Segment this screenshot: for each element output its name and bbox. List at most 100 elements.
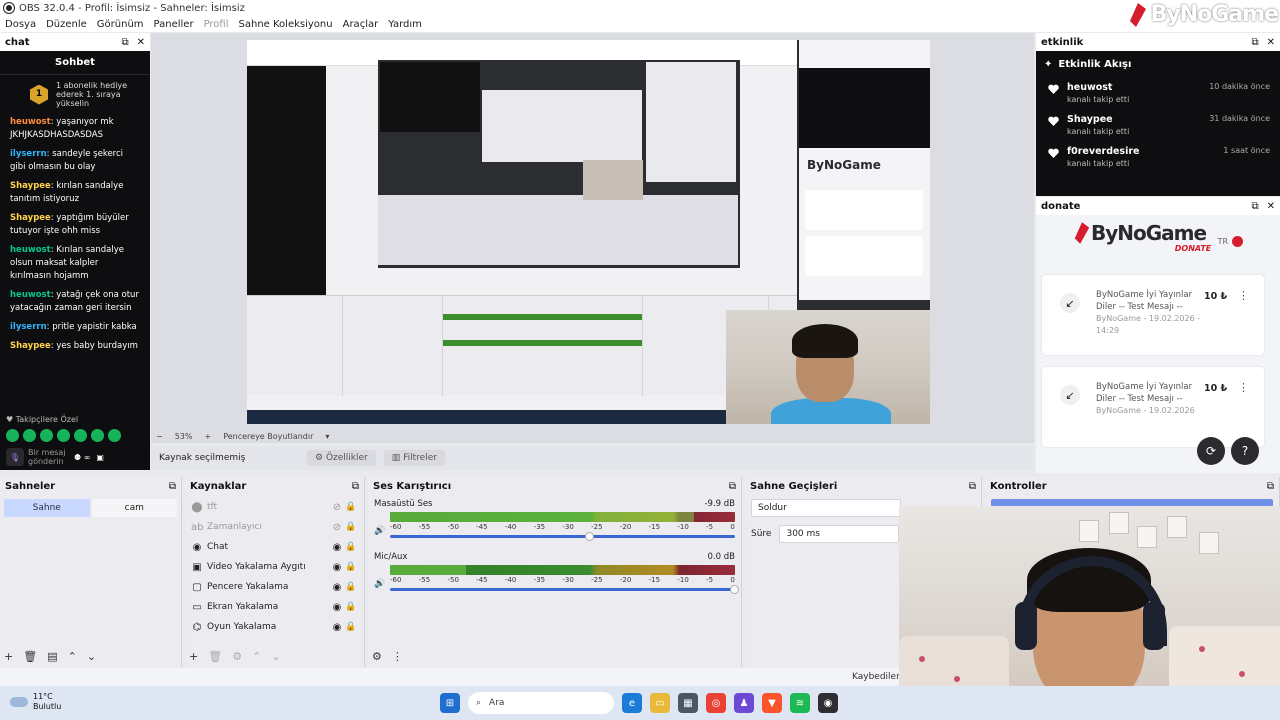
float-icon[interactable]: ⧉	[121, 37, 128, 48]
chat-username[interactable]: Shaypee	[10, 213, 51, 223]
lock-icon[interactable]: 🔒	[344, 502, 358, 512]
scene-filter-button[interactable]: ▤	[47, 650, 57, 663]
gift-icon[interactable]: ▣	[96, 453, 104, 462]
chat-username[interactable]: heuwost	[10, 117, 51, 127]
emote-icon[interactable]	[6, 429, 19, 442]
scene-down-button[interactable]: ⌄	[87, 650, 96, 663]
volume-fader[interactable]	[390, 585, 739, 594]
lock-icon[interactable]: 🔒	[344, 602, 358, 612]
brave-icon[interactable]: ▼	[762, 693, 782, 713]
event-item[interactable]: f0reverdesire kanalı takip etti 1 saat önc…	[1036, 140, 1280, 172]
eye-icon[interactable]: ◉	[330, 582, 344, 593]
chat-username[interactable]: Shaypee	[10, 181, 51, 191]
menu-item[interactable]: Sahne Koleksiyonu	[239, 19, 333, 30]
menu-item[interactable]: Düzenle	[46, 19, 87, 30]
close-icon[interactable]: ✕	[1267, 201, 1275, 212]
refresh-button[interactable]: ⟳	[1197, 437, 1225, 465]
chat-username[interactable]: heuwost	[10, 290, 51, 300]
mic-icon[interactable]: 🎙	[6, 448, 24, 466]
emote-icon[interactable]	[91, 429, 104, 442]
scene-item[interactable]: cam	[91, 499, 177, 517]
folder-icon[interactable]: ▭	[650, 693, 670, 713]
menu-item[interactable]: Görünüm	[97, 19, 144, 30]
source-item[interactable]: ▭ Ekran Yakalama ◉ 🔒	[185, 597, 364, 617]
source-item[interactable]: ▢ Pencere Yakalama ◉ 🔒	[185, 577, 364, 597]
float-icon[interactable]: ⧉	[729, 481, 736, 492]
taskbar-search[interactable]: ⌕ Ara	[468, 692, 614, 714]
spotify-icon[interactable]: ≋	[790, 693, 810, 713]
fader-knob[interactable]	[585, 532, 595, 541]
source-item[interactable]: ⌬ Oyun Yakalama ◉ 🔒	[185, 617, 364, 637]
language-select[interactable]: TR	[1218, 236, 1244, 247]
zoom-out-button[interactable]: −	[156, 432, 163, 441]
start-icon[interactable]: ⊞	[440, 693, 460, 713]
eye-icon[interactable]: ◉	[330, 542, 344, 553]
chat-username[interactable]: ilyserrn	[10, 149, 47, 159]
menu-item[interactable]: Araçlar	[343, 19, 379, 30]
speaker-icon[interactable]: 🔊	[374, 579, 385, 589]
sub-banner[interactable]: 1 1 abonelik hediye ederek 1. sıraya yük…	[0, 75, 150, 114]
chevron-down-icon[interactable]: ▾	[325, 432, 329, 441]
weather-widget[interactable]: 11°C Bulutlu	[10, 692, 61, 712]
chat-username[interactable]: heuwost	[10, 245, 51, 255]
chat-username[interactable]: ilyserrn	[10, 322, 47, 332]
source-item[interactable]: ab Zamanlayıcı ⊘ 🔒	[185, 517, 364, 537]
emote-icon[interactable]	[57, 429, 70, 442]
obs-taskbar-icon[interactable]: ◉	[818, 693, 838, 713]
eye-icon[interactable]: ◉	[330, 562, 344, 573]
store-icon[interactable]: ▦	[678, 693, 698, 713]
add-source-button[interactable]: +	[189, 650, 198, 663]
scene-item[interactable]: Sahne	[4, 499, 90, 517]
menu-item[interactable]: Yardım	[388, 19, 422, 30]
eye-icon[interactable]: ◉	[330, 602, 344, 613]
float-icon[interactable]: ⧉	[1267, 481, 1274, 492]
edge-icon[interactable]: e	[622, 693, 642, 713]
lock-icon[interactable]: 🔒	[344, 542, 358, 552]
filters-button[interactable]: ▥ Filtreler	[383, 450, 445, 466]
menu-item[interactable]: Dosya	[5, 19, 36, 30]
emote-icon[interactable]	[23, 429, 36, 442]
lock-icon[interactable]: 🔒	[344, 562, 358, 572]
source-down-button[interactable]: ⌄	[271, 650, 280, 663]
mixer-menu-button[interactable]: ⋮	[392, 650, 403, 663]
fader-knob[interactable]	[730, 585, 739, 594]
more-icon[interactable]: ⋮	[1238, 289, 1249, 302]
event-item[interactable]: heuwost kanalı takip etti 10 dakika önce	[1036, 76, 1280, 108]
eye-off-icon[interactable]: ⊘	[330, 522, 344, 533]
menu-item[interactable]: Profil	[204, 19, 229, 30]
float-icon[interactable]: ⧉	[352, 481, 359, 492]
mixer-settings-button[interactable]: ⚙	[372, 650, 382, 663]
fit-window-select[interactable]: Pencereye Boyutlandır	[223, 432, 313, 441]
source-item[interactable]: ◉ Chat ◉ 🔒	[185, 537, 364, 557]
eye-icon[interactable]: ◉	[330, 622, 344, 633]
chrome-icon[interactable]: ◎	[706, 693, 726, 713]
donate-card[interactable]: ↙ ByNoGame İyi Yayınlar Diler -- Test Mes…	[1042, 367, 1264, 447]
float-icon[interactable]: ⧉	[969, 481, 976, 492]
source-item[interactable]: ⬤ tft ⊘ 🔒	[185, 497, 364, 517]
donate-card[interactable]: ↙ ByNoGame İyi Yayınlar Diler -- Test Mes…	[1042, 275, 1264, 355]
lock-icon[interactable]: 🔒	[344, 522, 358, 532]
help-button[interactable]: ?	[1231, 437, 1259, 465]
close-icon[interactable]: ✕	[1267, 37, 1275, 48]
remove-scene-button[interactable]: 🗑	[23, 650, 37, 663]
zoom-in-button[interactable]: +	[204, 432, 211, 441]
menu-item[interactable]: Paneller	[154, 19, 194, 30]
volume-fader[interactable]	[390, 532, 735, 541]
emote-icon[interactable]	[108, 429, 121, 442]
speaker-icon[interactable]: 🔊	[374, 526, 385, 536]
float-icon[interactable]: ⧉	[1251, 201, 1258, 212]
bits-icon[interactable]: ⚉ ∞	[74, 453, 90, 462]
source-up-button[interactable]: ⌃	[252, 650, 261, 663]
emote-icon[interactable]	[74, 429, 87, 442]
float-icon[interactable]: ⧉	[169, 481, 176, 492]
source-item[interactable]: ▣ Video Yakalama Aygıtı ◉ 🔒	[185, 557, 364, 577]
lock-icon[interactable]: 🔒	[344, 622, 358, 632]
more-icon[interactable]: ⋮	[1238, 381, 1249, 394]
emote-icon[interactable]	[40, 429, 53, 442]
properties-button[interactable]: ⚙ Özellikler	[307, 450, 376, 466]
duration-input[interactable]: 300 ms	[779, 525, 900, 543]
source-properties-button[interactable]: ⚙	[232, 650, 242, 663]
teams-icon[interactable]: ♟	[734, 693, 754, 713]
transition-select[interactable]: Soldur	[751, 499, 901, 517]
float-icon[interactable]: ⧉	[1251, 37, 1258, 48]
